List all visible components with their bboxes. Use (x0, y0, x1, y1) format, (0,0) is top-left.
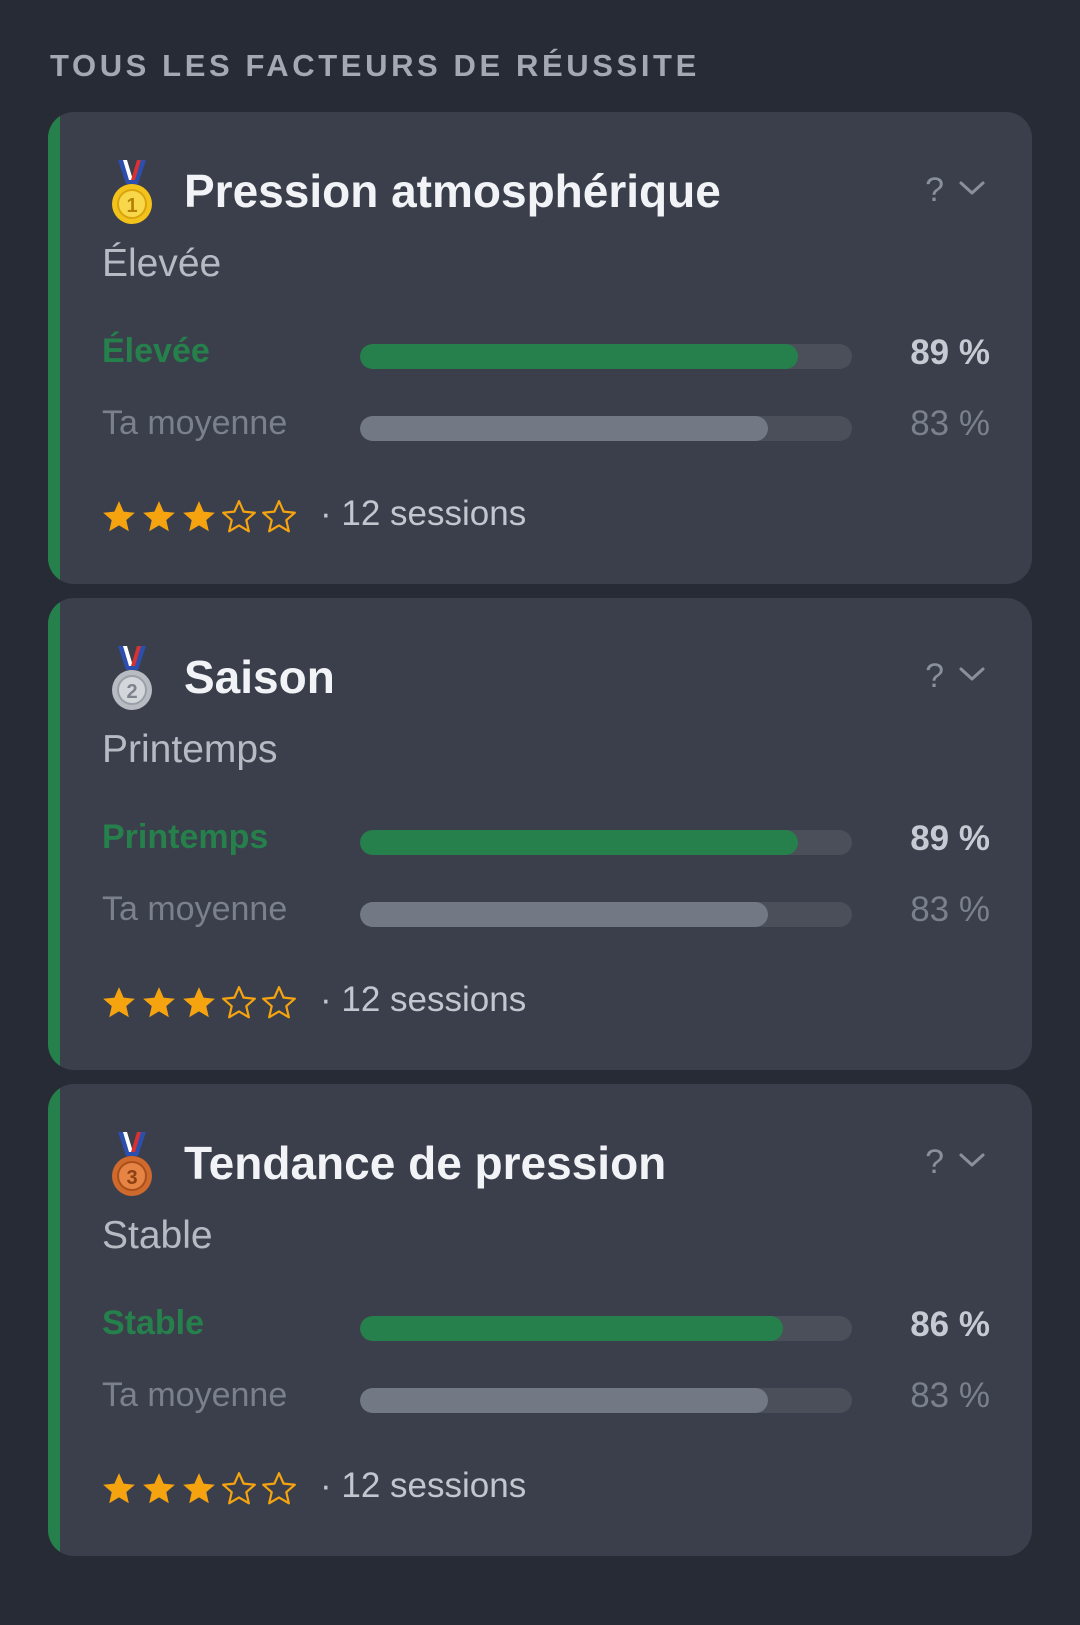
average-label: Ta moyenne (102, 1376, 288, 1414)
average-bar-track (360, 902, 852, 927)
star-empty-icon (262, 986, 296, 1019)
help-icon[interactable]: ? (925, 170, 944, 210)
star-filled-icon (183, 501, 215, 532)
factor-value: Stable (102, 1214, 213, 1257)
factor-card[interactable]: 1 Pression atmosphérique ? Élevée Élevée… (48, 112, 1032, 584)
star-filled-icon (143, 987, 175, 1018)
condition-percent: 86 % (910, 1305, 990, 1344)
star-empty-icon (222, 986, 256, 1019)
condition-bar-track (360, 830, 852, 855)
medal-rank: 2 (126, 681, 137, 703)
card-accent-bar (48, 598, 60, 1070)
average-bar-track (360, 416, 852, 441)
star-rating (100, 984, 298, 1028)
star-filled-icon (103, 1473, 135, 1504)
chevron-down-icon[interactable] (958, 1150, 986, 1170)
help-icon[interactable]: ? (925, 1142, 944, 1182)
bronze-medal-icon: 3 (112, 1132, 152, 1196)
star-filled-icon (103, 987, 135, 1018)
chevron-down-icon[interactable] (958, 664, 986, 684)
average-bar-fill (360, 902, 769, 927)
star-empty-icon (262, 500, 296, 533)
average-percent: 83 % (910, 1376, 990, 1415)
star-filled-icon (183, 987, 215, 1018)
star-filled-icon (143, 501, 175, 532)
condition-bar-fill (360, 1316, 784, 1341)
sessions-count: · 12 sessions (320, 494, 527, 533)
star-filled-icon (103, 501, 135, 532)
card-accent-bar (48, 112, 60, 584)
average-percent: 83 % (910, 404, 990, 443)
factor-card[interactable]: 2 Saison ? Printemps Printemps 89 % Ta m… (48, 598, 1032, 1070)
average-bar-fill (360, 416, 769, 441)
silver-medal-icon: 2 (112, 646, 152, 710)
condition-percent: 89 % (910, 819, 990, 858)
star-rating (100, 1470, 298, 1514)
condition-label: Stable (102, 1304, 205, 1342)
sessions-count: · 12 sessions (320, 980, 527, 1019)
condition-bar-track (360, 344, 852, 369)
star-empty-icon (222, 1472, 256, 1505)
average-label: Ta moyenne (102, 890, 288, 928)
sessions-count: · 12 sessions (320, 1466, 527, 1505)
condition-bar-fill (360, 830, 798, 855)
condition-bar-fill (360, 344, 798, 369)
factor-title: Tendance de pression (184, 1137, 667, 1189)
average-bar-fill (360, 1388, 769, 1413)
help-icon[interactable]: ? (925, 656, 944, 696)
gold-medal-icon: 1 (112, 160, 152, 224)
average-bar-track (360, 1388, 852, 1413)
star-empty-icon (262, 1472, 296, 1505)
average-percent: 83 % (910, 890, 990, 929)
star-filled-icon (183, 1473, 215, 1504)
factor-title: Saison (184, 651, 335, 703)
chevron-down-icon[interactable] (958, 178, 986, 198)
star-filled-icon (143, 1473, 175, 1504)
factors-page: TOUS LES FACTEURS DE RÉUSSITE 1 Pression… (0, 0, 1080, 1625)
factor-value: Élevée (102, 242, 222, 285)
condition-label: Printemps (102, 818, 269, 856)
factor-card[interactable]: 3 Tendance de pression ? Stable Stable 8… (48, 1084, 1032, 1556)
medal-rank: 1 (126, 195, 137, 217)
condition-bar-track (360, 1316, 852, 1341)
section-title: TOUS LES FACTEURS DE RÉUSSITE (50, 48, 700, 83)
card-accent-bar (48, 1084, 60, 1556)
medal-rank: 3 (126, 1167, 137, 1189)
star-empty-icon (222, 500, 256, 533)
condition-label: Élevée (102, 332, 210, 370)
average-label: Ta moyenne (102, 404, 288, 442)
factor-title: Pression atmosphérique (184, 165, 721, 217)
condition-percent: 89 % (910, 333, 990, 372)
star-rating (100, 498, 298, 542)
factor-value: Printemps (102, 728, 278, 771)
